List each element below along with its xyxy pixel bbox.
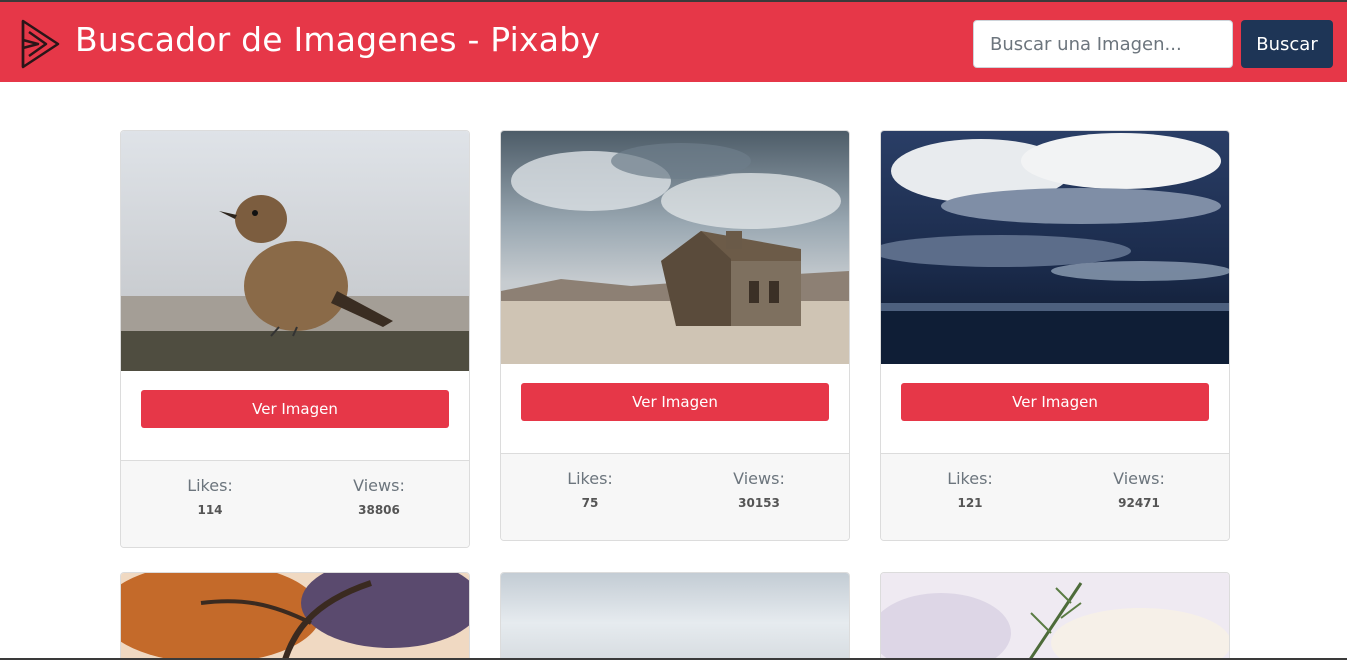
views-label: Views: — [733, 469, 785, 488]
app-title: Buscador de Imagenes - Pixaby — [75, 20, 601, 59]
views-count: 30153 — [738, 496, 780, 510]
likes-stat: Likes: 114 — [150, 476, 270, 518]
card-footer: Likes: 121 Views: 92471 — [881, 453, 1229, 540]
autumn-tree-image — [121, 573, 469, 660]
house-image — [501, 131, 849, 364]
view-image-button[interactable]: Ver Imagen — [901, 383, 1209, 421]
image-card: Ver Imagen Likes: 121 Views: 92471 — [880, 130, 1230, 541]
navbar: Buscador de Imagenes - Pixaby Buscar — [0, 0, 1347, 82]
likes-label: Likes: — [187, 476, 233, 495]
likes-label: Likes: — [947, 469, 993, 488]
card-footer: Likes: 114 Views: 38806 — [121, 460, 469, 547]
likes-stat: Likes: 121 — [910, 469, 1030, 511]
likes-stat: Likes: 75 — [530, 469, 650, 511]
image-card — [500, 572, 850, 660]
views-stat: Views: 92471 — [1079, 469, 1199, 511]
view-image-button[interactable]: Ver Imagen — [141, 390, 449, 428]
likes-count: 114 — [197, 503, 223, 517]
views-stat: Views: 30153 — [699, 469, 819, 511]
views-count: 38806 — [358, 503, 400, 517]
bird-image — [121, 131, 469, 371]
image-card: Ver Imagen Likes: 75 Views: 30153 — [500, 130, 850, 541]
views-count: 92471 — [1118, 496, 1160, 510]
views-label: Views: — [1113, 469, 1165, 488]
image-card — [120, 572, 470, 660]
search-input[interactable] — [973, 20, 1233, 68]
likes-count: 121 — [957, 496, 983, 510]
likes-count: 75 — [581, 496, 599, 510]
views-stat: Views: 38806 — [319, 476, 439, 518]
frosty-branch-image — [881, 573, 1229, 660]
view-image-button[interactable]: Ver Imagen — [521, 383, 829, 421]
views-label: Views: — [353, 476, 405, 495]
search-button[interactable]: Buscar — [1241, 20, 1333, 68]
image-card: Ver Imagen Likes: 114 Views: 38806 — [120, 130, 470, 548]
misty-landscape-image — [501, 573, 849, 660]
likes-label: Likes: — [567, 469, 613, 488]
storm-clouds-image — [881, 131, 1229, 364]
card-footer: Likes: 75 Views: 30153 — [501, 453, 849, 540]
image-card — [880, 572, 1230, 660]
play-logo-icon — [21, 19, 60, 69]
